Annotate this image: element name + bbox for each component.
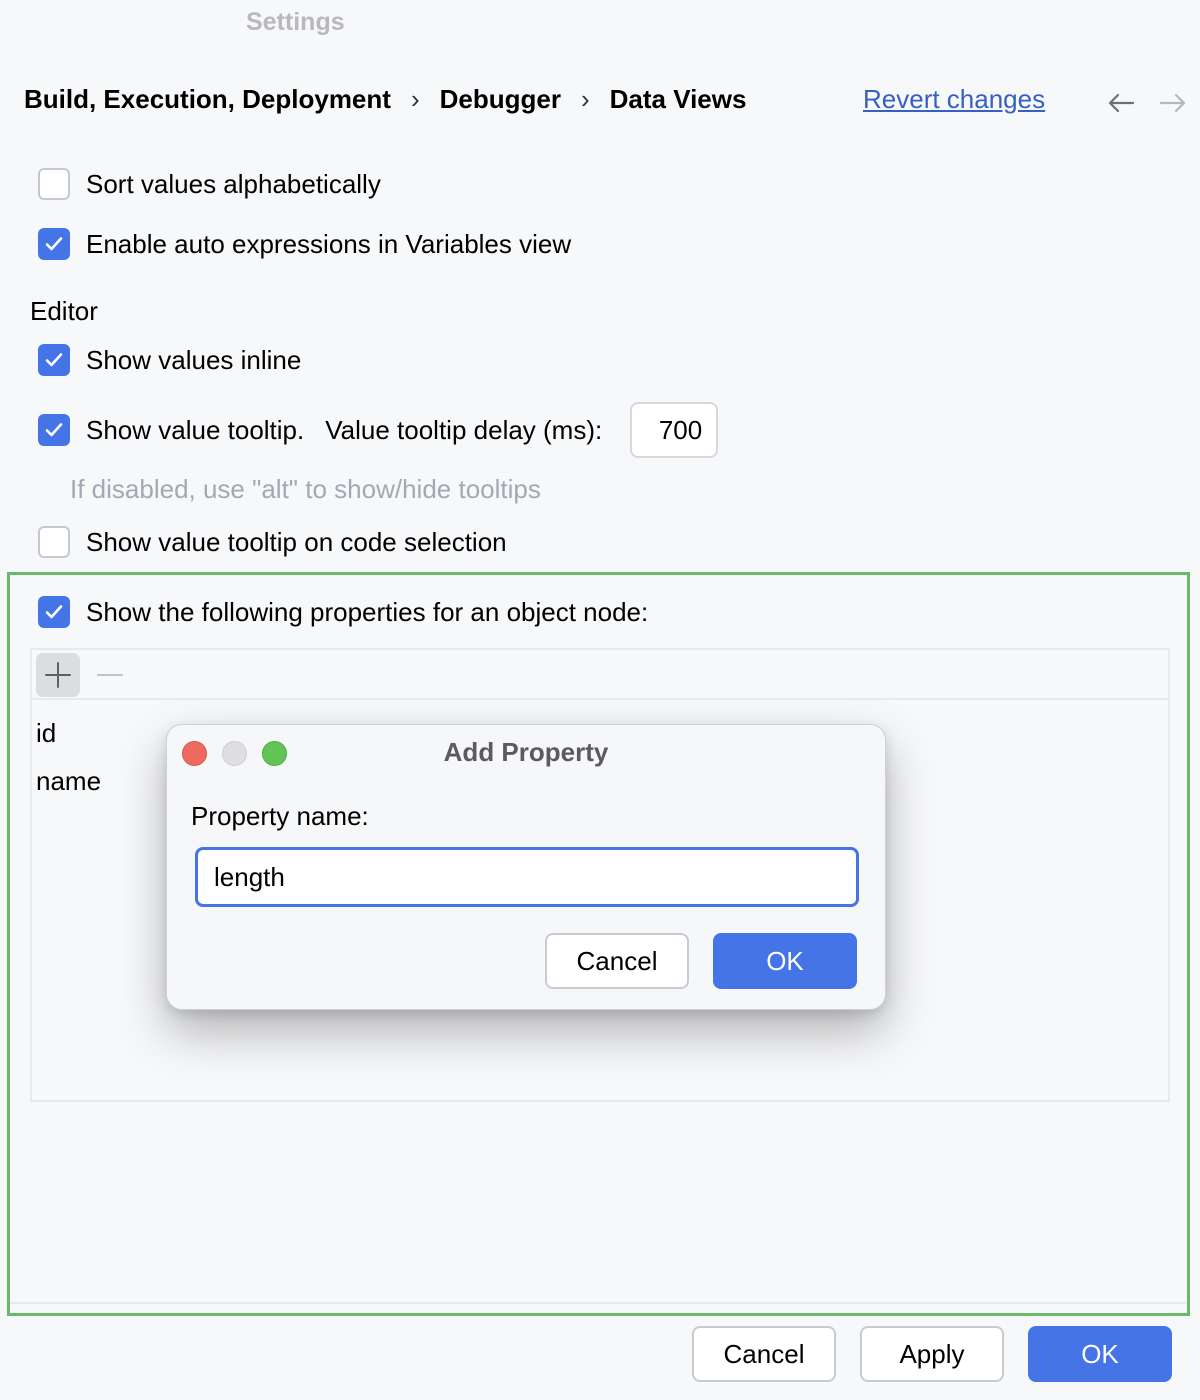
tooltip-hint: If disabled, use "alt" to show/hide tool… xyxy=(70,474,541,504)
remove-property-button[interactable] xyxy=(88,653,132,697)
object-node-label: Show the following properties for an obj… xyxy=(86,596,649,627)
property-list-item[interactable]: name xyxy=(36,766,101,797)
checkmark-icon xyxy=(45,423,63,437)
ok-button[interactable]: OK xyxy=(1028,1326,1172,1382)
breadcrumb-item-build[interactable]: Build, Execution, Deployment xyxy=(24,84,391,115)
settings-window: Settings Build, Execution, Deployment › … xyxy=(0,0,1200,1400)
auto-expressions-label: Enable auto expressions in Variables vie… xyxy=(86,228,572,259)
dialog-title: Add Property xyxy=(443,737,609,767)
apply-button[interactable]: Apply xyxy=(860,1326,1004,1382)
sort-values-label: Sort values alphabetically xyxy=(86,168,381,199)
show-inline-checkbox[interactable] xyxy=(38,344,70,376)
sort-values-checkbox[interactable] xyxy=(38,168,70,200)
object-node-option: Show the following properties for an obj… xyxy=(38,596,648,628)
show-tooltip-checkbox[interactable] xyxy=(38,414,70,446)
tooltip-selection-checkbox[interactable] xyxy=(38,526,70,558)
breadcrumb-item-data-views: Data Views xyxy=(609,84,747,114)
add-property-dialog: Add Property Property name: Cancel OK xyxy=(166,724,886,1010)
breadcrumb-separator: › xyxy=(410,84,420,114)
properties-toolbar xyxy=(32,650,1168,700)
arrow-left-icon xyxy=(1108,93,1135,113)
dialog-cancel-button[interactable]: Cancel xyxy=(545,933,689,989)
sort-values-option: Sort values alphabetically xyxy=(38,168,381,200)
arrow-right-icon xyxy=(1159,93,1186,113)
editor-section-label: Editor xyxy=(30,296,98,326)
property-name-input[interactable] xyxy=(195,847,859,907)
show-inline-label: Show values inline xyxy=(86,344,302,375)
breadcrumb-item-debugger[interactable]: Debugger xyxy=(440,84,561,115)
add-property-button[interactable] xyxy=(36,653,80,697)
footer-divider xyxy=(10,1302,1188,1304)
show-inline-option: Show values inline xyxy=(38,344,301,376)
property-list-item[interactable]: id xyxy=(36,718,56,749)
show-tooltip-label: Show value tooltip. xyxy=(86,414,305,445)
breadcrumb-separator: › xyxy=(580,84,590,114)
minus-icon xyxy=(97,674,123,676)
show-tooltip-option: Show value tooltip. Value tooltip delay … xyxy=(38,402,719,458)
property-name-label: Property name: xyxy=(191,801,369,831)
breadcrumb: Build, Execution, Deployment › Debugger … xyxy=(24,84,746,115)
revert-changes-link[interactable]: Revert changes xyxy=(863,84,1045,115)
checkmark-icon xyxy=(45,237,63,251)
auto-expressions-option: Enable auto expressions in Variables vie… xyxy=(38,228,571,260)
auto-expressions-checkbox[interactable] xyxy=(38,228,70,260)
tooltip-delay-input[interactable] xyxy=(630,402,719,458)
dialog-ok-button[interactable]: OK xyxy=(713,933,857,989)
cancel-button[interactable]: Cancel xyxy=(692,1326,836,1382)
checkmark-icon xyxy=(45,353,63,367)
checkmark-icon xyxy=(45,605,63,619)
object-node-checkbox[interactable] xyxy=(38,596,70,628)
window-title: Settings xyxy=(246,8,345,36)
plus-icon xyxy=(45,662,71,688)
tooltip-delay-label: Value tooltip delay (ms): xyxy=(325,414,603,445)
tooltip-selection-label: Show value tooltip on code selection xyxy=(86,526,507,557)
forward-button[interactable] xyxy=(1158,88,1188,118)
back-button[interactable] xyxy=(1106,88,1136,118)
tooltip-selection-option: Show value tooltip on code selection xyxy=(38,526,507,558)
